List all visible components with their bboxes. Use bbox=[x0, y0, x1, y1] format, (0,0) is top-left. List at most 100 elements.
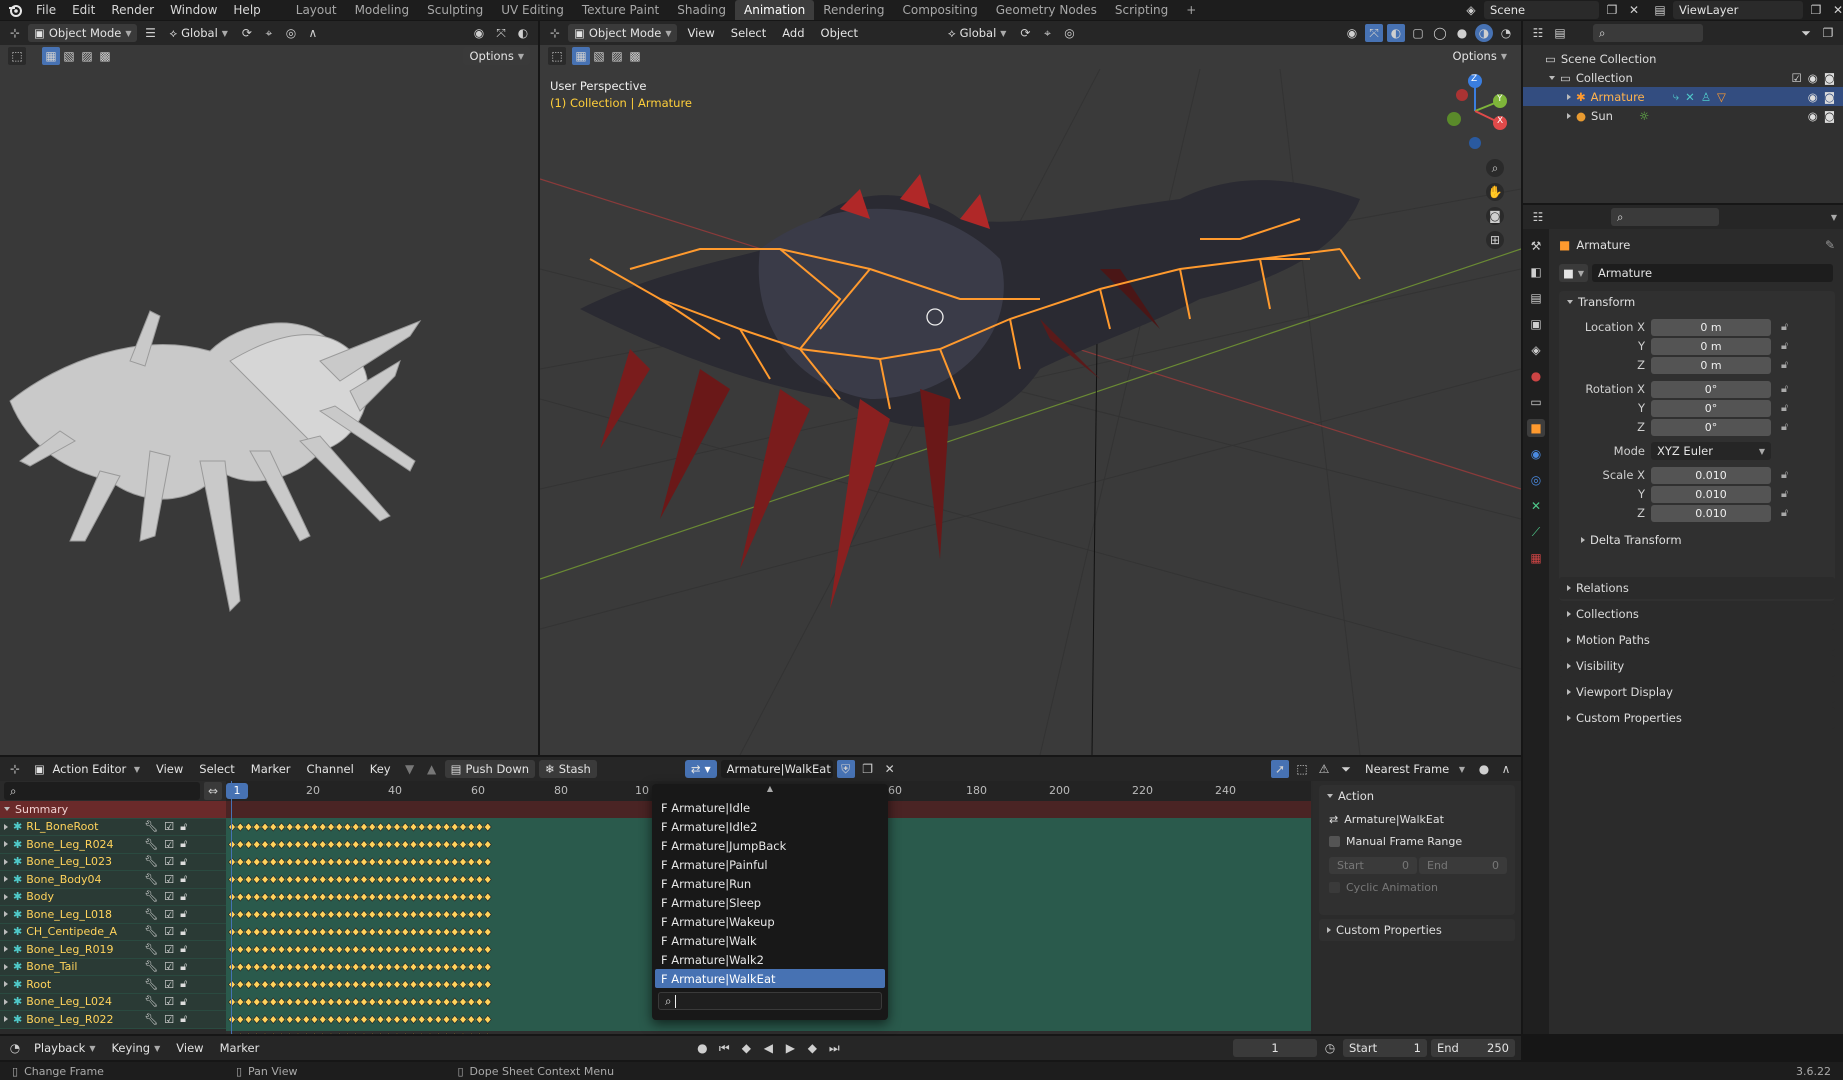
keyframe-marker[interactable] bbox=[252, 892, 261, 902]
keyframe-marker[interactable] bbox=[384, 962, 393, 972]
snap-mode-dropdown[interactable]: Nearest Frame ▼ bbox=[1359, 760, 1471, 778]
menu-marker[interactable]: Marker bbox=[214, 1039, 266, 1057]
editor-type-icon[interactable]: ☷ bbox=[1529, 24, 1547, 42]
falloff-icon[interactable]: ∧ bbox=[1497, 760, 1515, 778]
keyframe-marker[interactable] bbox=[236, 927, 245, 937]
keyframe-marker[interactable] bbox=[302, 875, 311, 884]
checkbox-icon[interactable]: ☑ bbox=[1791, 71, 1801, 85]
keyframe-marker[interactable] bbox=[302, 997, 311, 1007]
keyframe-marker[interactable] bbox=[450, 997, 459, 1007]
lock-icon[interactable]: 🔓︎ bbox=[1781, 382, 1788, 396]
keyframe-marker[interactable] bbox=[351, 840, 360, 849]
modifier-tab-icon[interactable]: ◉ bbox=[1527, 445, 1545, 463]
keyframe-marker[interactable] bbox=[417, 875, 426, 884]
keyframe-marker[interactable] bbox=[252, 910, 261, 919]
select-invert-icon[interactable]: ▩ bbox=[96, 47, 114, 65]
keyframe-marker[interactable] bbox=[310, 1015, 319, 1024]
outliner-search-input[interactable]: ⌕ bbox=[1593, 24, 1703, 42]
transform-panel-header[interactable]: Transform bbox=[1559, 291, 1835, 313]
keyframe-marker[interactable] bbox=[244, 892, 253, 902]
keyframe-marker[interactable] bbox=[261, 822, 269, 832]
tab-uv-editing[interactable]: UV Editing bbox=[492, 0, 573, 20]
keyframe-marker[interactable] bbox=[475, 875, 484, 884]
orientation-dropdown[interactable]: ⟡ Global ▼ bbox=[163, 24, 233, 42]
overlay-icon[interactable]: ◐ bbox=[1387, 24, 1405, 42]
menu-view[interactable]: View bbox=[681, 24, 720, 42]
only-selected-icon[interactable]: ➚ bbox=[1271, 760, 1289, 778]
channel-row[interactable]: ✱ Bone_Leg_L018 🔧︎ ☑ 🔓︎ bbox=[0, 906, 226, 924]
keyframe-marker[interactable] bbox=[318, 840, 327, 849]
outliner-item-scene-collection[interactable]: ▭ Scene Collection bbox=[1523, 49, 1843, 68]
keyframe-marker[interactable] bbox=[327, 875, 335, 884]
keyframe-marker[interactable] bbox=[442, 997, 451, 1007]
keyframe-marker[interactable] bbox=[277, 892, 286, 902]
keyframe-marker[interactable] bbox=[327, 980, 335, 989]
channel-row[interactable]: ✱ CH_Centipede_A 🔧︎ ☑ 🔓︎ bbox=[0, 923, 226, 941]
keyframe-marker[interactable] bbox=[310, 980, 319, 989]
keyframe-marker[interactable] bbox=[278, 1032, 285, 1034]
keyframe-marker[interactable] bbox=[459, 875, 467, 884]
keyframe-marker[interactable] bbox=[277, 1015, 286, 1024]
keyframe-marker[interactable] bbox=[483, 875, 492, 884]
stash-button[interactable]: ❄ Stash bbox=[539, 760, 597, 778]
lock-icon[interactable]: 🔓︎ bbox=[180, 995, 187, 1009]
keyframe-marker[interactable] bbox=[417, 910, 426, 919]
keyframe-marker[interactable] bbox=[236, 910, 245, 919]
keyframe-marker[interactable] bbox=[426, 997, 434, 1007]
scene-icon[interactable]: ◈ bbox=[1462, 1, 1480, 19]
tab-texture-paint[interactable]: Texture Paint bbox=[573, 0, 668, 20]
keyframe-marker[interactable] bbox=[285, 910, 294, 919]
keyframe-marker[interactable] bbox=[228, 962, 236, 972]
keyframe-marker[interactable] bbox=[327, 910, 335, 919]
keyframe-marker[interactable] bbox=[343, 910, 352, 919]
keyframe-marker[interactable] bbox=[252, 962, 261, 972]
keyframe-marker[interactable] bbox=[409, 840, 418, 849]
keyframe-marker[interactable] bbox=[409, 945, 418, 954]
keyframe-marker[interactable] bbox=[426, 1015, 434, 1024]
errors-only-icon[interactable]: ⚠ bbox=[1315, 760, 1333, 778]
snap-icon[interactable]: ⌖ bbox=[260, 24, 278, 42]
keyframe-marker[interactable] bbox=[327, 997, 335, 1007]
keyframe-marker[interactable] bbox=[467, 875, 476, 884]
manual-frame-range-checkbox[interactable]: Manual Frame Range bbox=[1329, 835, 1462, 848]
keyframe-marker[interactable] bbox=[318, 857, 327, 867]
keyframe-marker[interactable] bbox=[294, 997, 302, 1007]
keyframe-marker[interactable] bbox=[228, 1015, 236, 1024]
action-list-item[interactable]: F Armature|Walk bbox=[655, 931, 885, 950]
tab-modeling[interactable]: Modeling bbox=[346, 0, 419, 20]
menu-channel[interactable]: Channel bbox=[301, 760, 360, 778]
keyframe-marker[interactable] bbox=[351, 962, 360, 972]
keyframe-marker[interactable] bbox=[285, 980, 294, 989]
object-mode-dropdown[interactable]: ▣ Object Mode ▼ bbox=[28, 24, 138, 42]
keyframe-marker[interactable] bbox=[442, 840, 451, 849]
constraint-tab-icon[interactable]: ◎ bbox=[1527, 471, 1545, 489]
keyframe-marker[interactable] bbox=[360, 945, 368, 954]
keyframe-marker[interactable] bbox=[460, 1032, 467, 1034]
keyframe-marker[interactable] bbox=[252, 822, 261, 832]
select-extend-icon[interactable]: ▧ bbox=[590, 47, 608, 65]
select-subtract-icon[interactable]: ▨ bbox=[608, 47, 626, 65]
keyframe-marker[interactable] bbox=[483, 962, 492, 972]
jump-end-icon[interactable]: ⏭ bbox=[825, 1039, 843, 1057]
expand-icon[interactable] bbox=[4, 928, 8, 935]
keyframe-marker[interactable] bbox=[335, 980, 344, 989]
editor-type-icon[interactable]: ☷ bbox=[1529, 208, 1547, 226]
keyframe-marker[interactable] bbox=[228, 875, 236, 884]
action-panel-header[interactable]: Action bbox=[1319, 785, 1515, 807]
jump-keyframe-forward-icon[interactable]: ◆ bbox=[803, 1039, 821, 1057]
pan-hand-icon[interactable]: ✋ bbox=[1486, 183, 1504, 201]
layer-up-icon[interactable]: ▲ bbox=[423, 760, 441, 778]
scale-z-field[interactable]: 0.010 bbox=[1651, 505, 1771, 522]
keyframe-marker[interactable] bbox=[384, 997, 393, 1007]
keyframe-marker[interactable] bbox=[483, 945, 492, 954]
location-y-field[interactable]: 0 m bbox=[1651, 338, 1771, 355]
keyframe-marker[interactable] bbox=[384, 1015, 393, 1024]
keyframe-marker[interactable] bbox=[343, 875, 352, 884]
menu-marker[interactable]: Marker bbox=[245, 760, 297, 778]
channel-row[interactable]: ✱ Bone_Leg_L023 🔧︎ ☑ 🔓︎ bbox=[0, 853, 226, 871]
keyframe-marker[interactable] bbox=[417, 962, 426, 972]
object-name-field[interactable]: Armature bbox=[1592, 264, 1833, 282]
keyframe-marker[interactable] bbox=[236, 875, 245, 884]
keyframe-marker[interactable] bbox=[417, 892, 426, 902]
keyframe-marker[interactable] bbox=[434, 822, 443, 832]
